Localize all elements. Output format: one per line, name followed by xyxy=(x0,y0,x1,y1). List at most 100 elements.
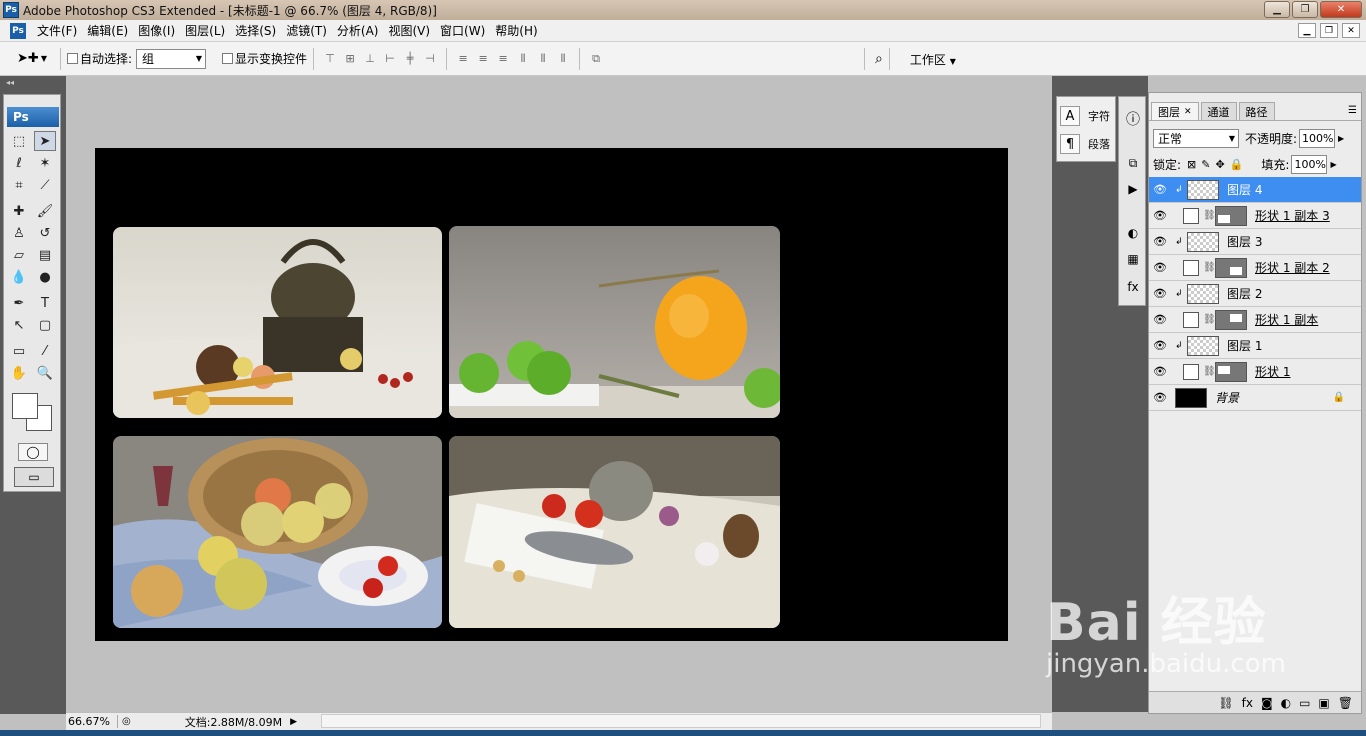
fill-arrow-icon[interactable]: ▶ xyxy=(1330,160,1336,169)
eye-icon[interactable]: 👁 xyxy=(1149,391,1171,404)
align-bottom-icon[interactable]: ⊥ xyxy=(360,50,380,68)
opacity-input[interactable]: 100% xyxy=(1299,128,1336,148)
doc-restore-button[interactable]: ❐ xyxy=(1320,23,1338,38)
eye-icon[interactable]: 👁 xyxy=(1149,235,1171,248)
info-icon[interactable]: ⓘ xyxy=(1122,109,1144,129)
eye-icon[interactable]: 👁 xyxy=(1149,209,1171,222)
panel-menu-icon[interactable]: ☰ xyxy=(1348,105,1357,116)
bridge-icon[interactable]: ⌕ xyxy=(875,51,883,67)
layer-name[interactable]: 背景 xyxy=(1215,389,1239,406)
layer-name[interactable]: 图层 1 xyxy=(1227,337,1262,354)
eye-icon[interactable]: 👁 xyxy=(1149,365,1171,378)
opacity-arrow-icon[interactable]: ▶ xyxy=(1338,134,1344,143)
show-transform-checkbox[interactable]: 显示变换控件 xyxy=(222,50,307,67)
character-panel-button[interactable]: A 字符 xyxy=(1057,103,1115,129)
blend-mode-dropdown[interactable]: 正常 ▼ xyxy=(1153,128,1239,148)
new-layer-icon[interactable]: ▣ xyxy=(1318,696,1329,710)
status-menu-icon[interactable]: ◎ xyxy=(122,716,131,727)
align-vcenter-icon[interactable]: ⊞ xyxy=(340,50,360,68)
tab-paths[interactable]: 路径 xyxy=(1238,102,1275,120)
layer-row[interactable]: 👁 ↲ 图层 4 xyxy=(1149,177,1361,203)
menu-edit[interactable]: 编辑(E) xyxy=(82,22,133,39)
menu-window[interactable]: 窗口(W) xyxy=(435,22,490,39)
eraser-tool-icon[interactable]: ▱ xyxy=(8,245,30,265)
collapse-arrows-icon[interactable]: ◂◂ xyxy=(6,78,14,87)
layer-name[interactable]: 形状 1 副本 xyxy=(1255,311,1318,328)
notes-tool-icon[interactable]: ▭ xyxy=(8,341,30,361)
layer-row[interactable]: 👁 ↲ 图层 2 xyxy=(1149,281,1361,307)
lasso-tool-icon[interactable]: ℓ xyxy=(8,153,30,173)
tab-channels[interactable]: 通道 xyxy=(1200,102,1237,120)
brush-tool-icon[interactable]: 🖌 xyxy=(34,201,56,221)
marquee-tool-icon[interactable]: ⬚ xyxy=(8,131,30,151)
menu-view[interactable]: 视图(V) xyxy=(383,22,435,39)
layer-row[interactable]: 👁 ⛓ 形状 1 xyxy=(1149,359,1361,385)
eye-icon[interactable]: 👁 xyxy=(1149,287,1171,300)
swatches-icon[interactable]: ▦ xyxy=(1122,249,1144,269)
fill-input[interactable]: 100% xyxy=(1291,154,1328,174)
paragraph-panel-button[interactable]: ¶ 段落 xyxy=(1057,131,1115,157)
doc-minimize-button[interactable]: ▁ xyxy=(1298,23,1316,38)
distribute-bottom-icon[interactable]: ≡ xyxy=(493,50,513,68)
type-tool-icon[interactable]: T xyxy=(34,293,56,313)
minimize-button[interactable]: ▁ xyxy=(1264,1,1290,18)
close-icon[interactable]: ✕ xyxy=(1184,107,1192,117)
distribute-top-icon[interactable]: ≡ xyxy=(453,50,473,68)
new-group-icon[interactable]: ▭ xyxy=(1299,696,1310,710)
color-icon[interactable]: ◐ xyxy=(1122,223,1144,243)
magic-wand-tool-icon[interactable]: ✶ xyxy=(34,153,56,173)
history-icon[interactable]: ⧉ xyxy=(1122,153,1144,173)
align-left-icon[interactable]: ⊢ xyxy=(380,50,400,68)
checkbox-box[interactable] xyxy=(67,53,78,64)
gradient-tool-icon[interactable]: ▤ xyxy=(34,245,56,265)
foreground-color-swatch[interactable] xyxy=(12,393,38,419)
lock-image-icon[interactable]: ✎ xyxy=(1201,158,1210,171)
auto-align-layers-icon[interactable]: ⧉ xyxy=(586,50,606,68)
menu-select[interactable]: 选择(S) xyxy=(230,22,281,39)
layer-row[interactable]: 👁 ⛓ 形状 1 副本 xyxy=(1149,307,1361,333)
layer-row[interactable]: 👁 ⛓ 形状 1 副本 3 xyxy=(1149,203,1361,229)
zoom-level[interactable]: 66.67% xyxy=(66,715,118,728)
maximize-button[interactable]: ❐ xyxy=(1292,1,1318,18)
photoshop-menu-icon[interactable]: Ps xyxy=(10,22,26,39)
tool-preset-picker[interactable]: ➤✚ ▼ xyxy=(10,46,54,72)
layer-row[interactable]: 👁 ↲ 图层 3 xyxy=(1149,229,1361,255)
layer-name[interactable]: 图层 2 xyxy=(1227,285,1262,302)
layer-name[interactable]: 图层 4 xyxy=(1227,181,1262,198)
adjustment-layer-icon[interactable]: ◐ xyxy=(1281,696,1291,710)
actions-icon[interactable]: ▶ xyxy=(1122,179,1144,199)
link-layers-icon[interactable]: ⛓ xyxy=(1218,696,1233,710)
photo-apples-melon[interactable] xyxy=(449,226,780,418)
dodge-tool-icon[interactable]: ● xyxy=(34,267,56,287)
menu-layer[interactable]: 图层(L) xyxy=(180,22,230,39)
crop-tool-icon[interactable]: ⌗ xyxy=(8,175,30,195)
checkbox-box[interactable] xyxy=(222,53,234,64)
doc-close-button[interactable]: ✕ xyxy=(1342,23,1360,38)
distribute-left-icon[interactable]: ⦀ xyxy=(513,50,533,68)
layer-name[interactable]: 形状 1 副本 3 xyxy=(1255,207,1330,224)
auto-select-checkbox[interactable]: 自动选择: xyxy=(67,50,132,67)
clone-stamp-tool-icon[interactable]: ♙ xyxy=(8,223,30,243)
layer-name[interactable]: 形状 1 副本 2 xyxy=(1255,259,1330,276)
workspace-button[interactable]: 工作区 ▼ xyxy=(910,51,956,68)
eye-icon[interactable]: 👁 xyxy=(1149,183,1171,196)
path-selection-tool-icon[interactable]: ↖ xyxy=(8,315,30,335)
menu-filter[interactable]: 滤镜(T) xyxy=(281,22,332,39)
add-mask-icon[interactable]: ◙ xyxy=(1261,696,1273,710)
distribute-vcenter-icon[interactable]: ≡ xyxy=(473,50,493,68)
photo-basket-pears[interactable] xyxy=(113,436,442,628)
lock-all-icon[interactable]: 🔒 xyxy=(1230,158,1244,171)
align-right-icon[interactable]: ⊣ xyxy=(420,50,440,68)
align-hcenter-icon[interactable]: ╪ xyxy=(400,50,420,68)
history-brush-tool-icon[interactable]: ↺ xyxy=(34,223,56,243)
layer-row[interactable]: 👁 ⛓ 形状 1 副本 2 xyxy=(1149,255,1361,281)
menu-analysis[interactable]: 分析(A) xyxy=(332,22,384,39)
layer-name[interactable]: 图层 3 xyxy=(1227,233,1262,250)
tab-layers[interactable]: 图层 ✕ xyxy=(1151,102,1199,120)
photo-kettle-still-life[interactable] xyxy=(113,227,442,418)
photo-fish-still-life[interactable] xyxy=(449,436,780,628)
distribute-right-icon[interactable]: ⦀ xyxy=(553,50,573,68)
layer-style-icon[interactable]: fx xyxy=(1242,696,1253,710)
zoom-tool-icon[interactable]: 🔍 xyxy=(34,363,56,383)
menu-image[interactable]: 图像(I) xyxy=(133,22,180,39)
